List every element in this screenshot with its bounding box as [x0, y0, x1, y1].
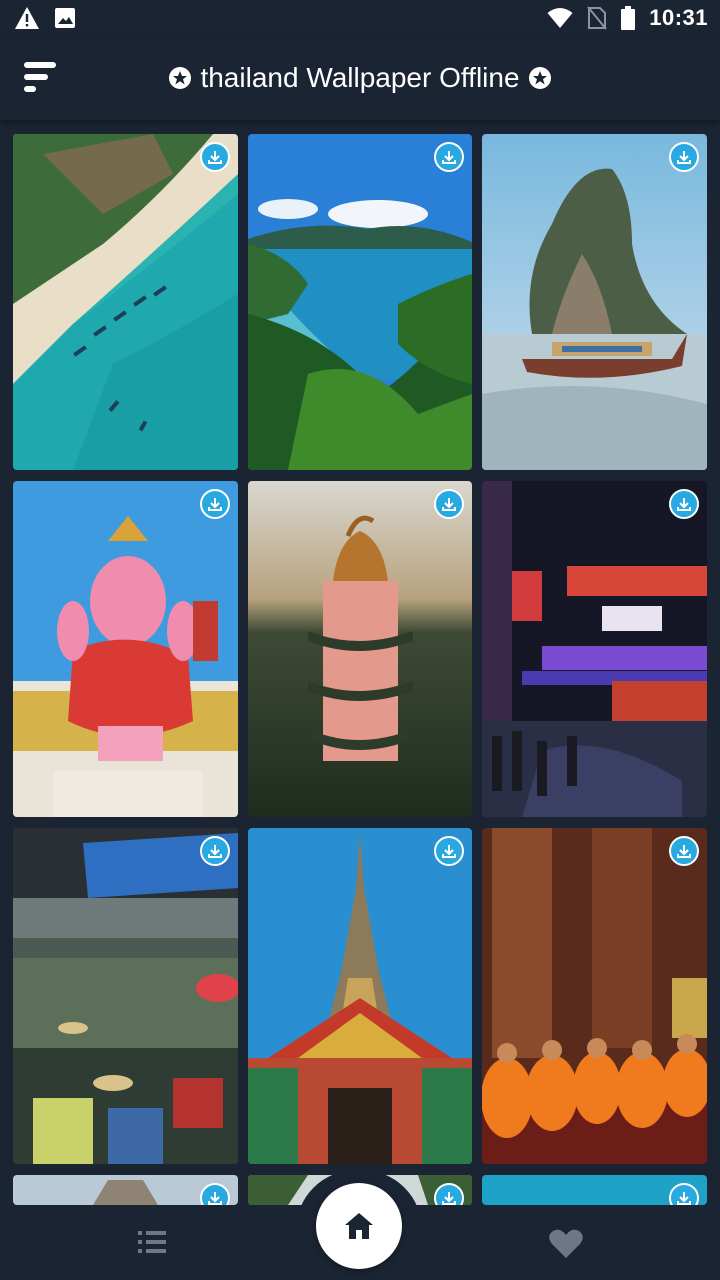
- star-badge-icon: [169, 67, 192, 89]
- wallpaper-image: [482, 828, 707, 1164]
- wallpaper-tile-ganesha-statue[interactable]: [13, 481, 238, 817]
- home-icon: [345, 1213, 373, 1239]
- wallpaper-image: [248, 134, 472, 470]
- download-icon: [677, 1192, 691, 1205]
- download-icon: [442, 845, 456, 858]
- alert-triangle-icon: [15, 7, 39, 29]
- download-icon: [208, 498, 222, 511]
- wallpaper-tile-dragon-temple[interactable]: [248, 481, 472, 817]
- wallpaper-image: [13, 481, 238, 817]
- wallpaper-tile-water[interactable]: [482, 1175, 707, 1205]
- download-icon: [677, 498, 691, 511]
- download-button[interactable]: [434, 142, 464, 172]
- wallpaper-image: [482, 481, 707, 817]
- download-icon: [677, 845, 691, 858]
- wallpaper-tile-aerial-beach[interactable]: [13, 134, 238, 470]
- download-button[interactable]: [434, 836, 464, 866]
- download-icon: [208, 845, 222, 858]
- download-button[interactable]: [200, 836, 230, 866]
- download-button[interactable]: [200, 142, 230, 172]
- download-button[interactable]: [200, 1183, 230, 1205]
- wallpaper-tile-temple-spire[interactable]: [248, 828, 472, 1164]
- download-button[interactable]: [669, 836, 699, 866]
- download-button[interactable]: [434, 1183, 464, 1205]
- download-button[interactable]: [200, 489, 230, 519]
- page-title: thailand Wallpaper Offline: [0, 36, 720, 120]
- download-icon: [442, 151, 456, 164]
- download-icon: [442, 498, 456, 511]
- download-button[interactable]: [669, 142, 699, 172]
- heart-icon: [549, 1229, 583, 1258]
- download-button[interactable]: [669, 1183, 699, 1205]
- status-bar: 10:31: [0, 0, 720, 36]
- categories-button[interactable]: [136, 1228, 168, 1261]
- list-icon: [138, 1231, 166, 1253]
- wallpaper-grid: [13, 134, 707, 1205]
- wallpaper-image: [13, 134, 238, 470]
- app-header: thailand Wallpaper Offline: [0, 36, 720, 120]
- status-left: [14, 6, 76, 30]
- status-time: 10:31: [649, 5, 708, 30]
- wallpaper-tile-stupa[interactable]: [13, 1175, 238, 1205]
- star-badge-icon: [528, 67, 551, 89]
- wifi-icon: [547, 8, 573, 28]
- wallpaper-image: [13, 828, 238, 1164]
- download-icon: [442, 1192, 456, 1205]
- download-icon: [208, 1192, 222, 1205]
- battery-icon: [621, 6, 636, 30]
- download-icon: [677, 151, 691, 164]
- wallpaper-tile-monks[interactable]: [482, 828, 707, 1164]
- download-icon: [208, 151, 222, 164]
- image-icon: [55, 8, 75, 28]
- wallpaper-image: [248, 828, 472, 1164]
- favorites-button[interactable]: [548, 1228, 584, 1265]
- download-button[interactable]: [669, 489, 699, 519]
- no-sim-icon: [587, 6, 607, 30]
- home-button[interactable]: [316, 1183, 402, 1269]
- download-button[interactable]: [434, 489, 464, 519]
- wallpaper-tile-tropical-bay[interactable]: [248, 134, 472, 470]
- wallpaper-tile-floating-market[interactable]: [13, 828, 238, 1164]
- wallpaper-tile-limestone-rock[interactable]: [482, 134, 707, 470]
- wallpaper-tile-chinatown-night[interactable]: [482, 481, 707, 817]
- wallpaper-image: [482, 134, 707, 470]
- status-right: 10:31: [547, 5, 708, 31]
- wallpaper-image: [248, 481, 472, 817]
- page-title-text: thailand Wallpaper Offline: [200, 62, 520, 93]
